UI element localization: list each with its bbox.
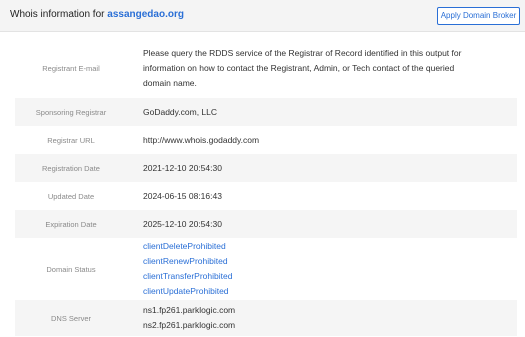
- row-expiration-date: Expiration Date 2025-12-10 20:54:30: [15, 210, 517, 238]
- row-registrar-url: Registrar URL http://www.whois.godaddy.c…: [15, 126, 517, 154]
- domain-link[interactable]: assangedao.org: [107, 9, 184, 20]
- registrant-email-value: Please query the RDDS service of the Reg…: [143, 47, 462, 88]
- domain-status-link[interactable]: clientDeleteProhibited: [143, 239, 232, 254]
- row-sponsoring-registrar: Sponsoring Registrar GoDaddy.com, LLC: [15, 98, 517, 126]
- registration-date-label: Registration Date: [42, 163, 100, 173]
- dns-server-value: ns2.fp261.parklogic.com: [143, 320, 236, 330]
- registrant-email-label: Registrant E-mail: [42, 63, 100, 73]
- page-title: Whois information for assangedao.org: [10, 9, 184, 20]
- dns-server-list: ns1.fp261.parklogic.com ns2.fp261.parklo…: [127, 303, 235, 333]
- row-dns-server: DNS Server ns1.fp261.parklogic.com ns2.f…: [15, 300, 517, 336]
- updated-date-value: 2024-06-15 08:16:43: [143, 190, 222, 201]
- updated-date-label: Updated Date: [47, 191, 95, 201]
- registration-date-value: 2021-12-10 20:54:30: [143, 162, 222, 173]
- apply-domain-broker-button[interactable]: Apply Domain Broker: [437, 7, 520, 25]
- row-registration-date: Registration Date 2021-12-10 20:54:30: [15, 154, 517, 182]
- domain-status-label: Domain Status: [46, 264, 96, 274]
- sponsoring-registrar-value: GoDaddy.com, LLC: [143, 106, 218, 117]
- domain-status-list: clientDeleteProhibited clientRenewProhib…: [127, 239, 232, 299]
- row-domain-status: Domain Status clientDeleteProhibited cli…: [15, 238, 517, 300]
- domain-status-link[interactable]: clientTransferProhibited: [143, 269, 232, 284]
- whois-table: Registrant E-mail Please query the RDDS …: [15, 38, 517, 336]
- dns-server-value: ns1.fp261.parklogic.com: [143, 305, 236, 315]
- sponsoring-registrar-label: Sponsoring Registrar: [35, 107, 107, 117]
- registrar-url-value: http://www.whois.godaddy.com: [143, 134, 260, 145]
- whois-header: Whois information for assangedao.org App…: [0, 0, 525, 32]
- domain-status-link[interactable]: clientRenewProhibited: [143, 254, 232, 269]
- expiration-date-label: Expiration Date: [45, 219, 97, 229]
- title-prefix: Whois information for: [10, 9, 105, 20]
- row-updated-date: Updated Date 2024-06-15 08:16:43: [15, 182, 517, 210]
- registrar-url-label: Registrar URL: [47, 135, 95, 145]
- dns-server-label: DNS Server: [50, 313, 91, 323]
- domain-status-link[interactable]: clientUpdateProhibited: [143, 284, 232, 299]
- expiration-date-value: 2025-12-10 20:54:30: [143, 218, 222, 229]
- row-registrant-email: Registrant E-mail Please query the RDDS …: [15, 38, 517, 98]
